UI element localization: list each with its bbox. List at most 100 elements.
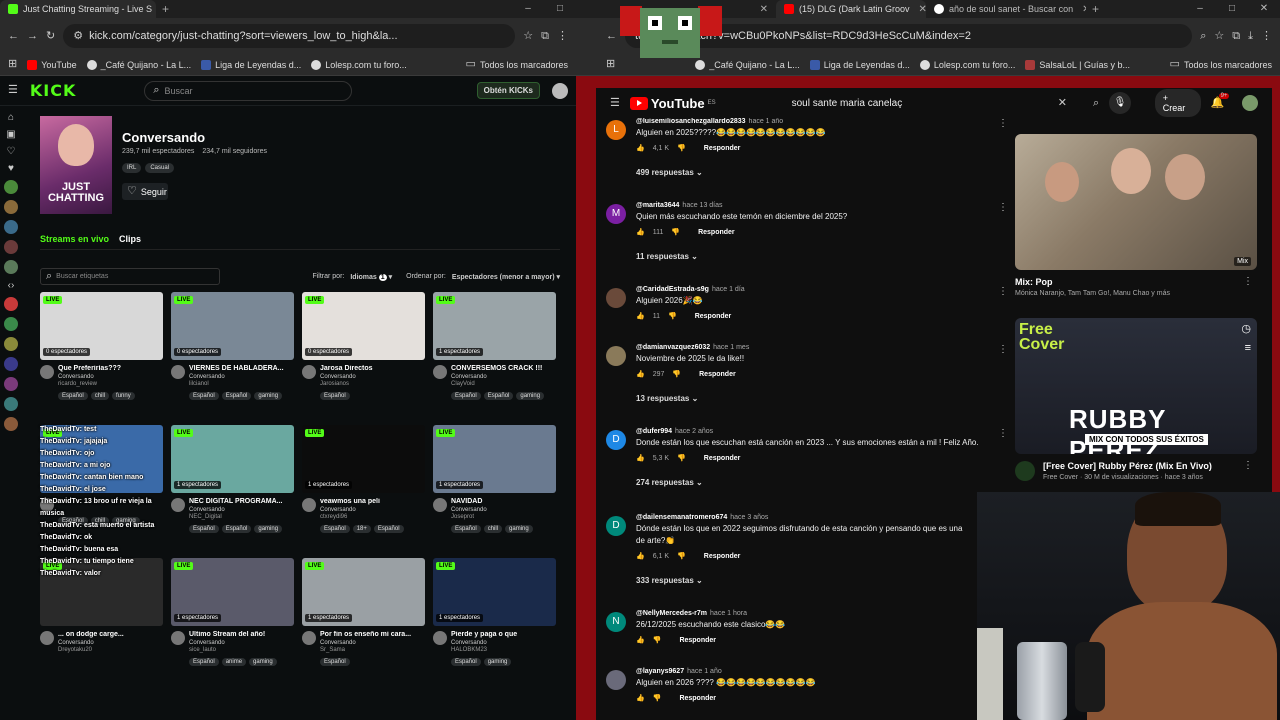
- like-icon[interactable]: 👍: [636, 552, 645, 560]
- home-icon[interactable]: ⌂: [8, 112, 14, 123]
- watch-later-icon[interactable]: ◷: [1241, 322, 1251, 335]
- hamburger-icon[interactable]: ☰: [610, 97, 620, 109]
- stream-title[interactable]: ... on dodge carge...: [58, 631, 158, 638]
- channel-avatar[interactable]: [433, 498, 447, 512]
- stream-username[interactable]: HALOBKM23: [451, 647, 551, 653]
- video-thumbnail[interactable]: Free Cover RUBBY PÉREZ MIX CON TODOS SUS…: [1015, 318, 1257, 454]
- comment-avatar[interactable]: M: [606, 204, 626, 224]
- site-info-icon[interactable]: ⚙: [73, 30, 83, 42]
- stream-tag[interactable]: Español: [373, 525, 404, 533]
- stream-username[interactable]: Jarosianos: [320, 381, 420, 387]
- comment-author[interactable]: @CaridadEstrada-s9g hace 1 día: [636, 286, 996, 293]
- follow-button[interactable]: ♡ Seguir: [122, 183, 168, 200]
- stream-thumbnail[interactable]: LIVE 0 espectadores: [171, 292, 294, 360]
- extensions-icon[interactable]: ⧉: [541, 30, 549, 42]
- stream-tag[interactable]: Español: [189, 525, 219, 533]
- stream-tag[interactable]: gaming: [249, 658, 277, 666]
- recommended-channel-avatar[interactable]: [4, 337, 18, 351]
- stream-thumbnail[interactable]: LIVE 0 espectadores: [40, 292, 163, 360]
- search-icon[interactable]: ⌕: [1093, 97, 1099, 109]
- stream-card[interactable]: LIVE 1 espectadores NEC DIGITAL PROGRAMA..…: [171, 425, 294, 554]
- stream-title[interactable]: NAVIDAD: [451, 498, 551, 505]
- extensions-icon[interactable]: ⧉: [1232, 30, 1240, 42]
- stream-category[interactable]: Conversando: [189, 507, 289, 513]
- voice-search-icon[interactable]: 🎙: [1109, 92, 1131, 114]
- channel-avatar[interactable]: [171, 631, 185, 645]
- like-icon[interactable]: 👍: [636, 694, 645, 702]
- stream-title[interactable]: CONVERSEMOS CRACK !!!: [451, 365, 551, 372]
- comment-author[interactable]: @layanys9627 hace 1 año: [636, 668, 996, 675]
- browse-icon[interactable]: ▣: [6, 129, 15, 140]
- tab-clips[interactable]: Clips: [119, 234, 141, 244]
- stream-card[interactable]: LIVE 1 espectadores CONVERSEMOS CRACK !!! C…: [433, 292, 556, 421]
- like-icon[interactable]: 👍: [636, 228, 645, 236]
- stream-tag[interactable]: Español: [58, 392, 88, 400]
- comment-avatar[interactable]: N: [606, 612, 626, 632]
- followed-channel-avatar[interactable]: [4, 260, 18, 274]
- reload-icon[interactable]: ↻: [46, 30, 55, 42]
- stream-thumbnail[interactable]: LIVE 1 espectadores: [302, 558, 425, 626]
- dislike-icon[interactable]: 👎: [677, 552, 686, 560]
- view-replies-button[interactable]: 274 respuestas ⌄: [636, 478, 996, 487]
- reply-button[interactable]: Responder: [679, 695, 716, 702]
- stream-username[interactable]: ctxreydi96: [320, 514, 420, 520]
- stream-thumbnail[interactable]: LIVE 1 espectadores: [171, 425, 294, 493]
- stream-tag[interactable]: Español: [451, 658, 481, 666]
- followed-channel-avatar[interactable]: [4, 200, 18, 214]
- bookmark-liga-leyendas[interactable]: Liga de Leyendas d...: [809, 59, 910, 70]
- view-replies-button[interactable]: 11 respuestas ⌄: [636, 252, 996, 261]
- forward-icon[interactable]: →: [27, 30, 38, 42]
- stream-username[interactable]: Joseprot: [451, 514, 551, 520]
- category-chip[interactable]: IRL: [122, 163, 142, 173]
- stream-title[interactable]: Jarosa Directos: [320, 365, 420, 372]
- channel-avatar[interactable]: [302, 631, 316, 645]
- minimize-button[interactable]: –: [512, 0, 544, 18]
- dislike-icon[interactable]: 👎: [653, 636, 662, 644]
- reply-button[interactable]: Responder: [679, 637, 716, 644]
- stream-card[interactable]: LIVE 1 espectadores NAVIDAD Conversando Jose…: [433, 425, 556, 554]
- stream-tag[interactable]: gaming: [505, 525, 533, 533]
- stream-tag[interactable]: funny: [112, 392, 135, 400]
- stream-card[interactable]: LIVE 1 espectadores veawmos una peli Conver…: [302, 425, 425, 554]
- category-chip[interactable]: Casual: [145, 163, 175, 173]
- tab-google-search[interactable]: año de soul sanet - Buscar con ✕: [926, 0, 1086, 18]
- comment-author[interactable]: @dailensemanatromero674 hace 3 años: [636, 514, 996, 521]
- apps-icon[interactable]: ⊞: [8, 59, 17, 70]
- all-bookmarks[interactable]: ▭ Todos los marcadores: [466, 59, 568, 70]
- stream-card[interactable]: LIVE 0 espectadores VIERNES DE HABLADERA..…: [171, 292, 294, 421]
- stream-card[interactable]: LIVE 1 espectadores Por fin os enseño mi c…: [302, 558, 425, 687]
- like-icon[interactable]: 👍: [636, 370, 645, 378]
- tag-search-input[interactable]: ⌕ Buscar etiquetas: [40, 268, 220, 285]
- comment-author[interactable]: @luisemiliosanchezgallardo2833 hace 1 año: [636, 118, 996, 125]
- create-button[interactable]: + Crear: [1154, 89, 1201, 117]
- channel-avatar[interactable]: [302, 365, 316, 379]
- stream-username[interactable]: Sr_Sama: [320, 647, 420, 653]
- video-title[interactable]: [Free Cover] Rubby Pérez (Mix En Vivo): [1043, 461, 1212, 471]
- following-icon[interactable]: ♥: [8, 163, 14, 174]
- stream-category[interactable]: Conversando: [189, 640, 289, 646]
- stream-tag[interactable]: 18+: [352, 525, 371, 533]
- url-field[interactable]: ⚙ kick.com/category/just-chatting?sort=v…: [63, 24, 516, 48]
- like-icon[interactable]: 👍: [636, 636, 645, 644]
- channel-avatar[interactable]: [40, 365, 54, 379]
- stream-tag[interactable]: gaming: [483, 658, 512, 666]
- youtube-logo[interactable]: YouTube ES: [629, 96, 716, 111]
- download-icon[interactable]: ⤓: [1248, 30, 1253, 42]
- stream-tag[interactable]: Español: [189, 392, 219, 400]
- sort-dropdown[interactable]: Espectadores (menor a mayor) ▾: [452, 273, 560, 281]
- add-to-queue-icon[interactable]: ≡: [1245, 342, 1251, 354]
- stream-tag[interactable]: chill: [90, 392, 110, 400]
- stream-category[interactable]: Conversando: [320, 374, 420, 380]
- side-video-mix[interactable]: Mix Mix: Pop Mónica Naranjo, Tam Tam Go!…: [1015, 134, 1257, 297]
- recommended-channel-avatar[interactable]: [4, 317, 18, 331]
- recommended-channel-avatar[interactable]: [4, 397, 18, 411]
- stream-thumbnail[interactable]: LIVE 1 espectadores: [433, 425, 556, 493]
- channel-avatar[interactable]: [433, 631, 447, 645]
- stream-card[interactable]: LIVE 1 espectadores Pierde y paga o que Con…: [433, 558, 556, 687]
- new-tab-button[interactable]: +: [156, 2, 175, 16]
- stream-tag[interactable]: Español: [320, 658, 350, 666]
- bookmark-cafe-quijano[interactable]: _Café Quijano - La L...: [86, 59, 191, 70]
- stream-title[interactable]: Que Preferirías???: [58, 365, 158, 372]
- comment-author[interactable]: @marita3644 hace 13 días: [636, 202, 996, 209]
- stream-tag[interactable]: Español: [320, 392, 350, 400]
